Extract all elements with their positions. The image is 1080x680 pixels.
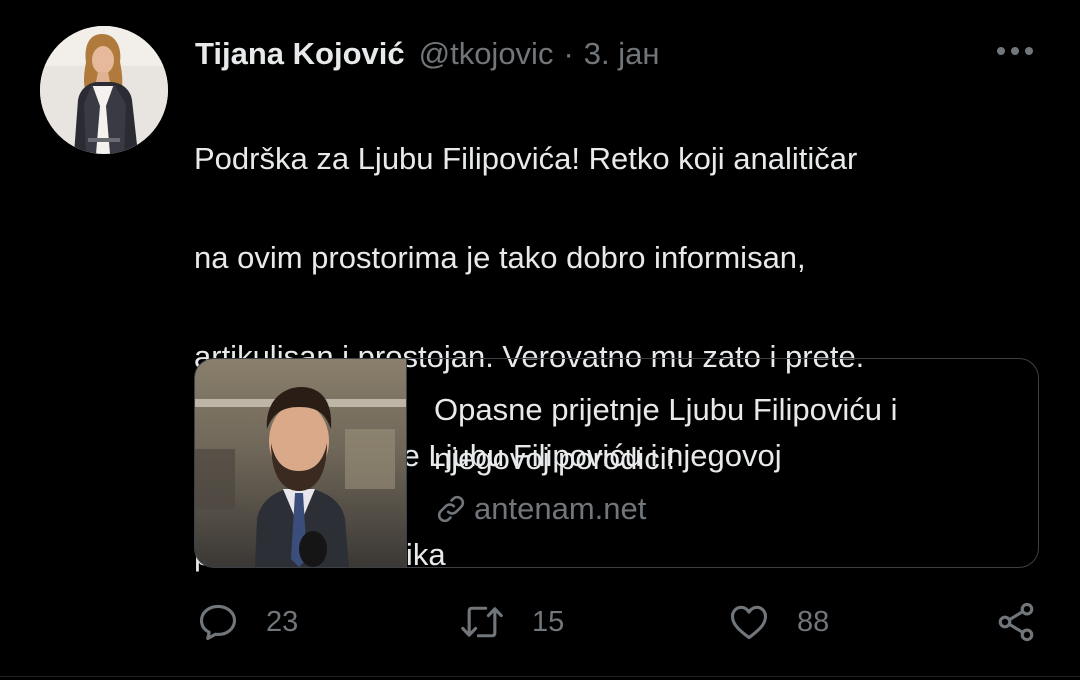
tweet-date[interactable]: 3. јан	[584, 36, 660, 72]
tweet-text-line: Podrška za Ljubu Filipovića! Retko koji …	[194, 140, 858, 176]
retweet-icon	[461, 606, 503, 638]
link-preview-domain: antenam.net	[434, 491, 1038, 527]
link-icon	[434, 492, 468, 526]
tweet-header: Tijana Kojović @tkojovic · 3. јан	[195, 32, 660, 76]
heart-icon	[730, 605, 768, 640]
retweet-button[interactable]: 15	[458, 600, 564, 644]
bottom-divider	[0, 676, 1080, 677]
link-preview-body: Opasne prijetnje Ljubu Filipoviću i njeg…	[407, 359, 1038, 567]
link-preview-domain-text: antenam.net	[474, 491, 647, 526]
reply-bubble-icon	[199, 604, 237, 641]
like-count: 88	[797, 605, 830, 638]
more-horizontal-icon	[997, 47, 1033, 55]
header-separator: ·	[563, 36, 574, 71]
reply-count: 23	[266, 605, 299, 638]
link-preview-title-line: njegovoj porodici!	[434, 441, 676, 476]
author-handle[interactable]: @tkojovic	[419, 36, 554, 72]
author-avatar-image	[40, 26, 168, 154]
tweet-actions-bar: 23 15 88	[0, 600, 1080, 644]
link-preview-title: Opasne prijetnje Ljubu Filipoviću i njeg…	[434, 385, 1024, 483]
share-icon	[998, 602, 1034, 642]
retweet-count: 15	[532, 605, 565, 638]
share-button[interactable]	[994, 600, 1038, 644]
link-preview-image	[195, 359, 407, 567]
link-preview-photo	[195, 359, 406, 567]
more-options-button[interactable]	[992, 36, 1038, 66]
author-display-name[interactable]: Tijana Kojović	[195, 36, 405, 72]
link-preview-title-line: Opasne prijetnje Ljubu Filipoviću i	[434, 392, 898, 427]
tweet-text-line: na ovim prostorima je tako dobro informi…	[194, 239, 806, 275]
like-button[interactable]: 88	[727, 600, 829, 644]
link-preview-card[interactable]: Opasne prijetnje Ljubu Filipoviću i njeg…	[194, 358, 1039, 568]
reply-button[interactable]: 23	[196, 600, 298, 644]
author-avatar[interactable]	[40, 26, 168, 154]
